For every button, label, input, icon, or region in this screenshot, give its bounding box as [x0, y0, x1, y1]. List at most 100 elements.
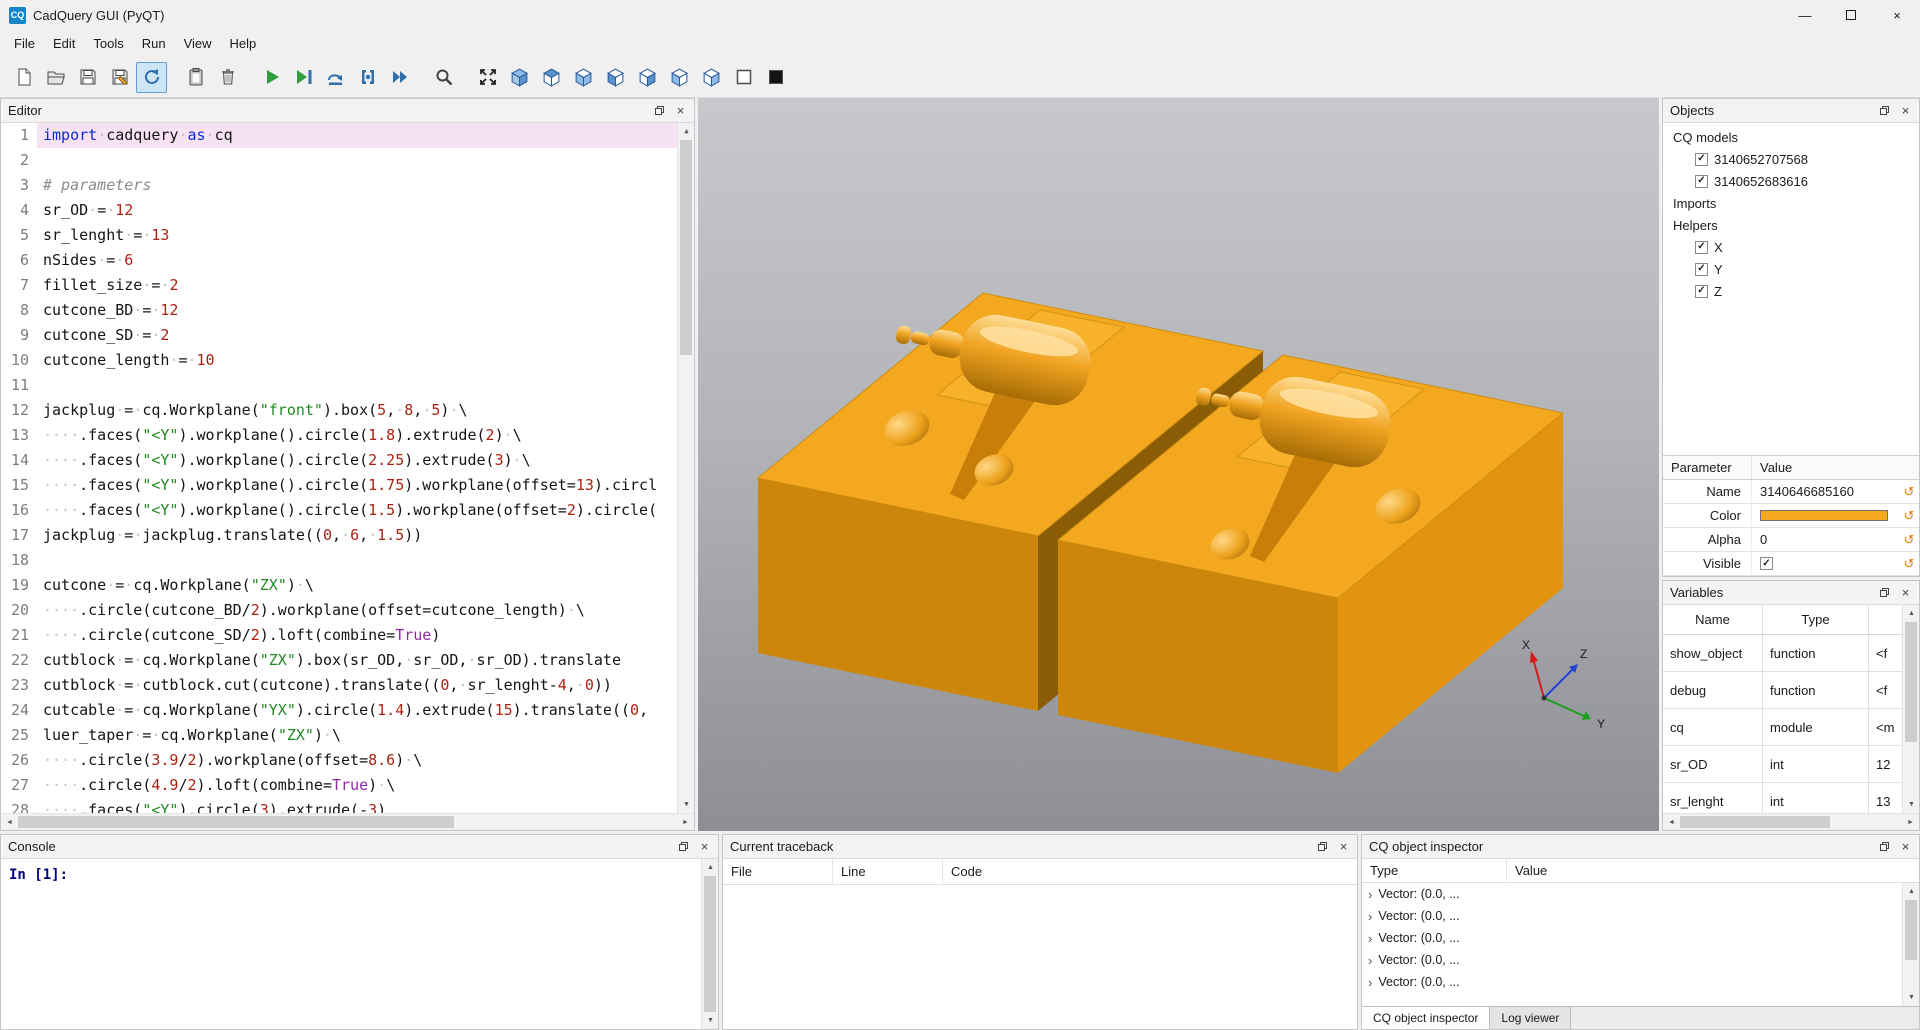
- delete-button[interactable]: [212, 62, 243, 93]
- menu-view[interactable]: View: [175, 31, 221, 56]
- code-line-23[interactable]: cutblock·=·cutblock.cut(cutcone).transla…: [37, 673, 677, 698]
- menu-run[interactable]: Run: [133, 31, 175, 56]
- debug-button[interactable]: [288, 62, 319, 93]
- variable-row-sr_OD[interactable]: sr_ODint12: [1663, 746, 1902, 783]
- variable-row-sr_lenght[interactable]: sr_lenghtint13: [1663, 783, 1902, 813]
- code-line-13[interactable]: ····.faces("<Y").workplane().circle(1.8)…: [37, 423, 677, 448]
- property-value[interactable]: ✓: [1751, 552, 1899, 575]
- reset-icon[interactable]: ↺: [1899, 556, 1919, 572]
- scroll-right-arrow[interactable]: ►: [677, 814, 694, 831]
- code-line-20[interactable]: ····.circle(cutcone_BD/2).workplane(offs…: [37, 598, 677, 623]
- checkbox[interactable]: ✓: [1695, 153, 1708, 166]
- inspector-row[interactable]: ›Vector: (0.0, ...: [1362, 949, 1902, 971]
- code-line-27[interactable]: ····.circle(4.9/2).loft(combine=True)·\: [37, 773, 677, 798]
- code-line-7[interactable]: fillet_size·=·2: [37, 273, 677, 298]
- float-panel-button[interactable]: [1876, 584, 1893, 601]
- view-iso-button[interactable]: [504, 62, 535, 93]
- code-line-19[interactable]: cutcone·=·cq.Workplane("ZX")·\: [37, 573, 677, 598]
- code-line-15[interactable]: ····.faces("<Y").workplane().circle(1.75…: [37, 473, 677, 498]
- save-as-button[interactable]: [104, 62, 135, 93]
- console-input-area[interactable]: In [1]:: [1, 859, 701, 1029]
- code-line-4[interactable]: sr_OD·=·12: [37, 198, 677, 223]
- view-left-button[interactable]: [664, 62, 695, 93]
- float-panel-button[interactable]: [1876, 102, 1893, 119]
- float-panel-button[interactable]: [1876, 838, 1893, 855]
- reset-icon[interactable]: ↺: [1899, 484, 1919, 500]
- checkbox[interactable]: ✓: [1695, 285, 1708, 298]
- inspector-vertical-scrollbar[interactable]: ▲ ▼: [1902, 883, 1919, 1006]
- fit-all-button[interactable]: [472, 62, 503, 93]
- tree-item-3140652683616[interactable]: ✓3140652683616: [1663, 170, 1919, 192]
- view-right-button[interactable]: [696, 62, 727, 93]
- scrollbar-thumb[interactable]: [18, 816, 454, 828]
- viewport-3d[interactable]: X Z Y: [698, 98, 1659, 831]
- view-top-button[interactable]: [536, 62, 567, 93]
- expand-chevron-icon[interactable]: ›: [1368, 931, 1372, 946]
- inspector-row[interactable]: ›Vector: (0.0, ...: [1362, 971, 1902, 993]
- inspector-row[interactable]: ›Vector: (0.0, ...: [1362, 905, 1902, 927]
- variable-row-cq[interactable]: cqmodule<m: [1663, 709, 1902, 746]
- inspector-row[interactable]: ›Vector: (0.0, ...: [1362, 927, 1902, 949]
- tree-item-z[interactable]: ✓Z: [1663, 280, 1919, 302]
- scrollbar-track[interactable]: [1680, 814, 1902, 830]
- code-area[interactable]: import·cadquery·as·cq # parameterssr_OD·=…: [37, 123, 677, 813]
- expand-chevron-icon[interactable]: ›: [1368, 953, 1372, 968]
- scrollbar-thumb[interactable]: [1905, 622, 1917, 742]
- checkbox[interactable]: ✓: [1695, 241, 1708, 254]
- checkbox[interactable]: ✓: [1760, 557, 1773, 570]
- scroll-up-arrow[interactable]: ▲: [702, 859, 718, 876]
- scrollbar-thumb[interactable]: [704, 876, 716, 1012]
- float-panel-button[interactable]: [651, 102, 668, 119]
- code-line-10[interactable]: cutcone_length·=·10: [37, 348, 677, 373]
- checkbox[interactable]: ✓: [1695, 263, 1708, 276]
- variable-row-debug[interactable]: debugfunction<f: [1663, 672, 1902, 709]
- scrollbar-track[interactable]: [1903, 900, 1919, 989]
- tab-cq-object-inspector[interactable]: CQ object inspector: [1362, 1007, 1490, 1029]
- tree-item-helpers[interactable]: Helpers: [1663, 214, 1919, 236]
- code-line-11[interactable]: [37, 373, 677, 398]
- code-line-24[interactable]: cutcable·=·cq.Workplane("YX").circle(1.4…: [37, 698, 677, 723]
- console-vertical-scrollbar[interactable]: ▲ ▼: [701, 859, 718, 1029]
- code-line-12[interactable]: jackplug·=·cq.Workplane("front").box(5,·…: [37, 398, 677, 423]
- code-line-17[interactable]: jackplug·=·jackplug.translate((0,·6,·1.5…: [37, 523, 677, 548]
- scroll-up-arrow[interactable]: ▲: [1903, 883, 1919, 900]
- scroll-up-arrow[interactable]: ▲: [1903, 605, 1919, 622]
- render-button[interactable]: [256, 62, 287, 93]
- code-line-5[interactable]: sr_lenght·=·13: [37, 223, 677, 248]
- autoreload-button[interactable]: [136, 62, 167, 93]
- code-line-18[interactable]: [37, 548, 677, 573]
- editor-horizontal-scrollbar[interactable]: ◄ ►: [1, 813, 694, 830]
- tree-item-3140652707568[interactable]: ✓3140652707568: [1663, 148, 1919, 170]
- step-button[interactable]: [320, 62, 351, 93]
- scroll-right-arrow[interactable]: ►: [1902, 814, 1919, 831]
- tree-item-cq-models[interactable]: CQ models: [1663, 126, 1919, 148]
- scroll-down-arrow[interactable]: ▼: [678, 796, 694, 813]
- property-value[interactable]: [1751, 504, 1899, 527]
- scrollbar-track[interactable]: [18, 814, 677, 830]
- code-line-9[interactable]: cutcone_SD·=·2: [37, 323, 677, 348]
- menu-tools[interactable]: Tools: [84, 31, 132, 56]
- code-line-28[interactable]: ····.faces("<Y").circle(3).extrude(-3): [37, 798, 677, 813]
- shaded-button[interactable]: [760, 62, 791, 93]
- editor-vertical-scrollbar[interactable]: ▲ ▼: [677, 123, 694, 813]
- paste-button[interactable]: [180, 62, 211, 93]
- continue-button[interactable]: [384, 62, 415, 93]
- scrollbar-track[interactable]: [678, 140, 694, 796]
- float-panel-button[interactable]: [675, 838, 692, 855]
- code-line-3[interactable]: # parameters: [37, 173, 677, 198]
- scroll-left-arrow[interactable]: ◄: [1663, 814, 1680, 831]
- code-line-25[interactable]: luer_taper·=·cq.Workplane("ZX")·\: [37, 723, 677, 748]
- close-panel-button[interactable]: ×: [1335, 838, 1352, 855]
- scrollbar-track[interactable]: [1903, 622, 1919, 796]
- code-line-1[interactable]: import·cadquery·as·cq: [37, 123, 677, 148]
- fit-view-button[interactable]: [428, 62, 459, 93]
- variables-vertical-scrollbar[interactable]: ▲ ▼: [1902, 605, 1919, 813]
- close-panel-button[interactable]: ×: [672, 102, 689, 119]
- save-button[interactable]: [72, 62, 103, 93]
- menu-help[interactable]: Help: [221, 31, 266, 56]
- scrollbar-thumb[interactable]: [1680, 816, 1830, 828]
- expand-chevron-icon[interactable]: ›: [1368, 887, 1372, 902]
- checkbox[interactable]: ✓: [1695, 175, 1708, 188]
- code-line-21[interactable]: ····.circle(cutcone_SD/2).loft(combine=T…: [37, 623, 677, 648]
- view-bottom-button[interactable]: [568, 62, 599, 93]
